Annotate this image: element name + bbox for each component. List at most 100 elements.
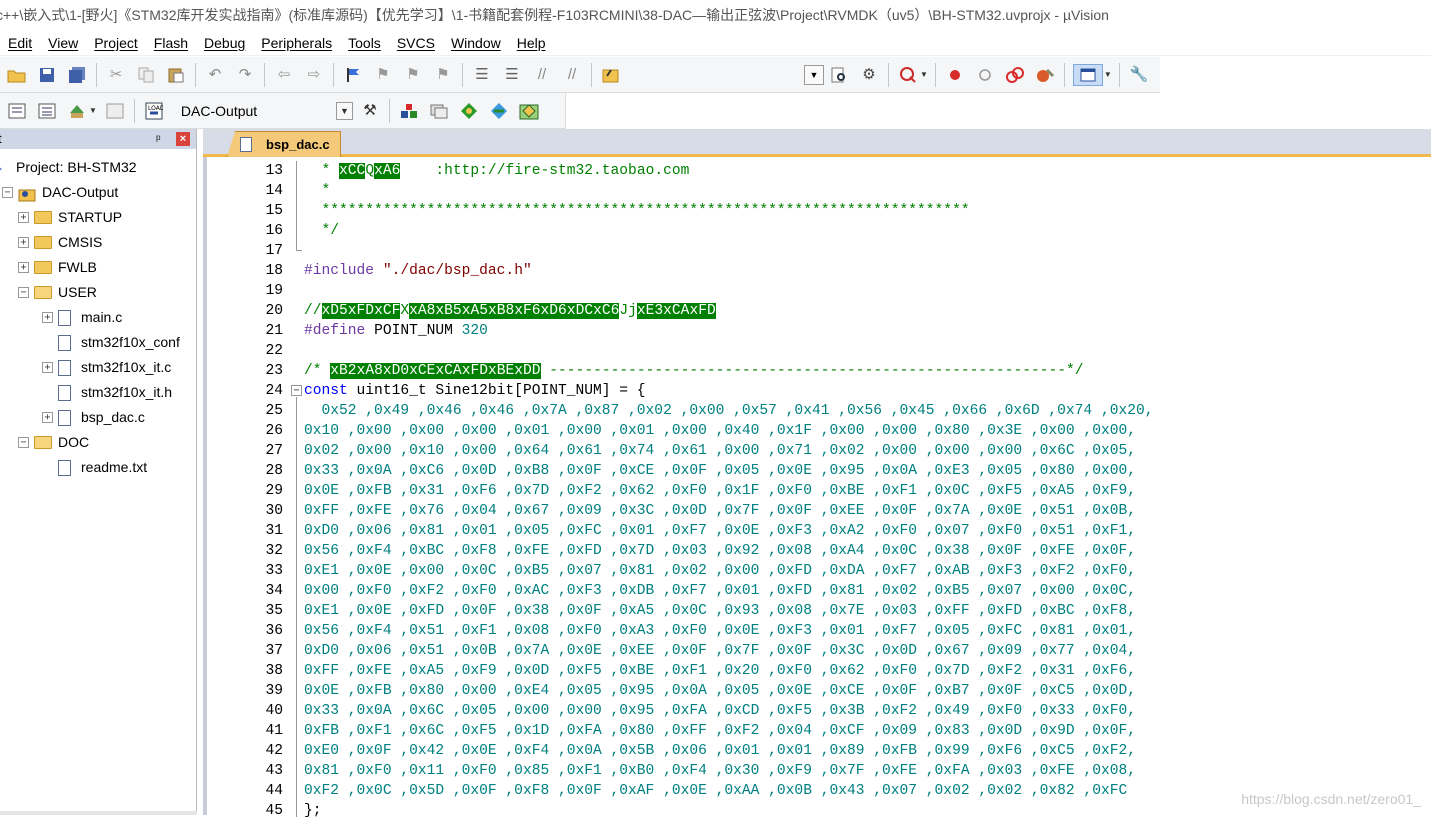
code-line[interactable]: 21 #define POINT_NUM 320 bbox=[207, 321, 1427, 341]
download-icon[interactable]: LOAD bbox=[143, 100, 165, 122]
enable-breakpoint-icon[interactable] bbox=[974, 64, 996, 86]
menu-flash[interactable]: Flash bbox=[146, 30, 196, 56]
tree-item[interactable]: + CMSIS bbox=[18, 230, 102, 255]
software-packs-icon[interactable] bbox=[518, 100, 540, 122]
menu-window[interactable]: Window bbox=[443, 30, 509, 56]
tree-item[interactable]: readme.txt bbox=[42, 455, 147, 480]
code-line[interactable]: 26 0x10 ,0x00 ,0x00 ,0x00 ,0x01 ,0x00 ,0x… bbox=[207, 421, 1427, 441]
code-line[interactable]: 19 bbox=[207, 281, 1427, 301]
find-in-files-icon[interactable] bbox=[600, 64, 622, 86]
menu-debug[interactable]: Debug bbox=[196, 30, 253, 56]
code-line[interactable]: 23 /* xB2xA8xD0xCExCAxFDxBExDD ----------… bbox=[207, 361, 1427, 381]
navigate-forward-icon[interactable]: ⇨ bbox=[303, 64, 325, 86]
code-line[interactable]: 13 * xCCQxA6 :http://fire-stm32.taobao.c… bbox=[207, 161, 1427, 181]
pin-icon[interactable]: ᵖ bbox=[156, 129, 161, 149]
tree-item[interactable]: − DOC bbox=[18, 430, 89, 455]
cut-icon[interactable]: ✂ bbox=[105, 64, 127, 86]
indent-icon[interactable]: ☰ bbox=[471, 64, 493, 86]
menu-tools[interactable]: Tools bbox=[340, 30, 389, 56]
select-packs-icon[interactable] bbox=[428, 100, 450, 122]
incremental-find-icon[interactable]: ⚙ bbox=[858, 64, 880, 86]
insert-breakpoint-icon[interactable] bbox=[944, 64, 966, 86]
code-line[interactable]: 15 *************************************… bbox=[207, 201, 1427, 221]
code-line[interactable]: 39 0x0E ,0xFB ,0x80 ,0x00 ,0xE4 ,0x05 ,0x… bbox=[207, 681, 1427, 701]
find-combo-dropdown[interactable]: ▼ bbox=[804, 64, 824, 85]
save-all-icon[interactable] bbox=[66, 64, 88, 86]
window-layout-dropdown-arrow[interactable]: ▼ bbox=[1104, 70, 1112, 79]
collapse-icon[interactable]: − bbox=[18, 437, 29, 448]
tree-item[interactable]: − DAC-Output bbox=[2, 180, 118, 205]
collapse-icon[interactable]: − bbox=[18, 287, 29, 298]
tree-item[interactable]: − USER bbox=[18, 280, 97, 305]
code-line[interactable]: 41 0xFB ,0xF1 ,0x6C ,0xF5 ,0x1D ,0xFA ,0x… bbox=[207, 721, 1427, 741]
code-line[interactable]: 36 0x56 ,0xF4 ,0x51 ,0xF1 ,0x08 ,0xF0 ,0x… bbox=[207, 621, 1427, 641]
code-line[interactable]: 16 */ bbox=[207, 221, 1427, 241]
code-line[interactable]: 35 0xE1 ,0x0E ,0xFD ,0x0F ,0x38 ,0x0F ,0x… bbox=[207, 601, 1427, 621]
save-icon[interactable] bbox=[36, 64, 58, 86]
horizontal-scrollbar[interactable] bbox=[0, 811, 197, 815]
navigate-back-icon[interactable]: ⇦ bbox=[273, 64, 295, 86]
pack-installer-icon[interactable] bbox=[488, 100, 510, 122]
code-line[interactable]: 34 0x00 ,0xF0 ,0xF2 ,0xF0 ,0xAC ,0xF3 ,0x… bbox=[207, 581, 1427, 601]
prev-bookmark-icon[interactable]: ⚑ bbox=[372, 64, 394, 86]
rebuild-icon[interactable] bbox=[66, 100, 88, 122]
code-line[interactable]: 40 0x33 ,0x0A ,0x6C ,0x05 ,0x00 ,0x00 ,0x… bbox=[207, 701, 1427, 721]
code-line[interactable]: 25 0x52 ,0x49 ,0x46 ,0x46 ,0x7A ,0x87 ,0… bbox=[207, 401, 1427, 421]
code-line[interactable]: 17 bbox=[207, 241, 1427, 261]
tree-item[interactable]: + stm32f10x_it.c bbox=[42, 355, 171, 380]
code-line[interactable]: 14 * bbox=[207, 181, 1427, 201]
tree-item[interactable]: Project: BH-STM32 bbox=[0, 155, 137, 180]
tree-item[interactable]: + bsp_dac.c bbox=[42, 405, 145, 430]
bookmark-icon[interactable] bbox=[342, 64, 364, 86]
unindent-icon[interactable]: ☰ bbox=[501, 64, 523, 86]
code-line[interactable]: 27 0x02 ,0x00 ,0x10 ,0x00 ,0x64 ,0x61 ,0x… bbox=[207, 441, 1427, 461]
code-line[interactable]: 24 const uint16_t Sine12bit[POINT_NUM] = … bbox=[207, 381, 1427, 401]
target-select[interactable]: DAC-Output ▼ bbox=[175, 100, 355, 122]
code-line[interactable]: 32 0x56 ,0xF4 ,0xBC ,0xF8 ,0xFE ,0xFD ,0x… bbox=[207, 541, 1427, 561]
find-icon[interactable] bbox=[828, 64, 850, 86]
redo-icon[interactable]: ↷ bbox=[234, 64, 256, 86]
undo-icon[interactable]: ↶ bbox=[204, 64, 226, 86]
expand-icon[interactable]: + bbox=[42, 362, 53, 373]
batch-build-dropdown-arrow[interactable]: ▼ bbox=[89, 106, 97, 115]
code-line[interactable]: 18 #include "./dac/bsp_dac.h" bbox=[207, 261, 1427, 281]
window-layout-icon[interactable] bbox=[1072, 63, 1103, 86]
code-line[interactable]: 37 0xD0 ,0x06 ,0x51 ,0x0B ,0x7A ,0x0E ,0x… bbox=[207, 641, 1427, 661]
stop-build-icon[interactable] bbox=[104, 100, 126, 122]
next-bookmark-icon[interactable]: ⚑ bbox=[402, 64, 424, 86]
clear-bookmarks-icon[interactable]: ⚑ bbox=[432, 64, 454, 86]
code-line[interactable]: 29 0x0E ,0xFB ,0x31 ,0xF6 ,0x7D ,0xF2 ,0x… bbox=[207, 481, 1427, 501]
code-line[interactable]: 22 bbox=[207, 341, 1427, 361]
debug-dropdown-arrow[interactable]: ▼ bbox=[920, 70, 928, 79]
target-options-icon[interactable]: ⚒ bbox=[359, 100, 381, 122]
code-line[interactable]: 30 0xFF ,0xFE ,0x76 ,0x04 ,0x67 ,0x09 ,0x… bbox=[207, 501, 1427, 521]
tree-item[interactable]: + STARTUP bbox=[18, 205, 122, 230]
comment-icon[interactable]: // bbox=[531, 64, 553, 86]
debug-session-icon[interactable] bbox=[897, 64, 919, 86]
close-icon[interactable]: × bbox=[176, 132, 190, 146]
uncomment-icon[interactable]: // bbox=[561, 64, 583, 86]
manage-project-items-icon[interactable] bbox=[398, 100, 420, 122]
tree-item[interactable]: + main.c bbox=[42, 305, 122, 330]
code-editor[interactable]: 13 * xCCQxA6 :http://fire-stm32.taobao.c… bbox=[203, 157, 1431, 819]
tree-item[interactable]: + FWLB bbox=[18, 255, 97, 280]
build-icon[interactable] bbox=[36, 100, 58, 122]
open-file-icon[interactable] bbox=[6, 64, 28, 86]
code-line[interactable]: 38 0xFF ,0xFE ,0xA5 ,0xF9 ,0x0D ,0xF5 ,0x… bbox=[207, 661, 1427, 681]
code-line[interactable]: 31 0xD0 ,0x06 ,0x81 ,0x01 ,0x05 ,0xFC ,0x… bbox=[207, 521, 1427, 541]
expand-icon[interactable]: + bbox=[18, 237, 29, 248]
kill-breakpoints-icon[interactable] bbox=[1034, 64, 1056, 86]
paste-icon[interactable] bbox=[165, 64, 187, 86]
expand-icon[interactable]: + bbox=[42, 312, 53, 323]
menu-svcs[interactable]: SVCS bbox=[389, 30, 443, 56]
code-line[interactable]: 33 0xE1 ,0x0E ,0x00 ,0x0C ,0xB5 ,0x07 ,0x… bbox=[207, 561, 1427, 581]
expand-icon[interactable]: + bbox=[18, 212, 29, 223]
expand-icon[interactable]: + bbox=[18, 262, 29, 273]
menu-edit[interactable]: Edit bbox=[0, 30, 40, 56]
menu-help[interactable]: Help bbox=[509, 30, 554, 56]
collapse-icon[interactable]: − bbox=[2, 187, 13, 198]
menu-project[interactable]: Project bbox=[86, 30, 146, 56]
configure-icon[interactable]: 🔧 bbox=[1128, 64, 1150, 86]
expand-icon[interactable]: + bbox=[42, 412, 53, 423]
copy-icon[interactable] bbox=[135, 64, 157, 86]
